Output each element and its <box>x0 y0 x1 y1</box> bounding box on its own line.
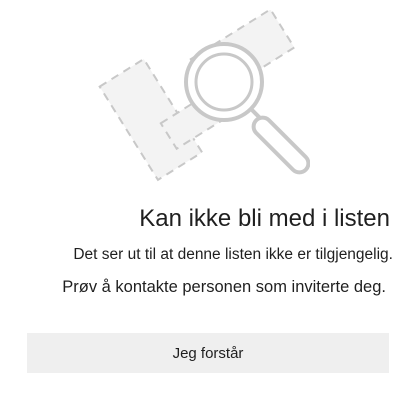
dialog-title: Kan ikke bli med i listen <box>139 205 390 232</box>
list-not-found-magnifier-icon <box>98 10 310 182</box>
dialog-message-line1: Det ser ut til at denne listen ikke er t… <box>73 246 393 263</box>
unavailable-list-dialog: Kan ikke bli med i listen Det ser ut til… <box>0 0 416 400</box>
acknowledge-button[interactable]: Jeg forstår <box>27 333 389 373</box>
dialog-message-line2: Prøv å kontakte personen som inviterte d… <box>62 278 386 296</box>
